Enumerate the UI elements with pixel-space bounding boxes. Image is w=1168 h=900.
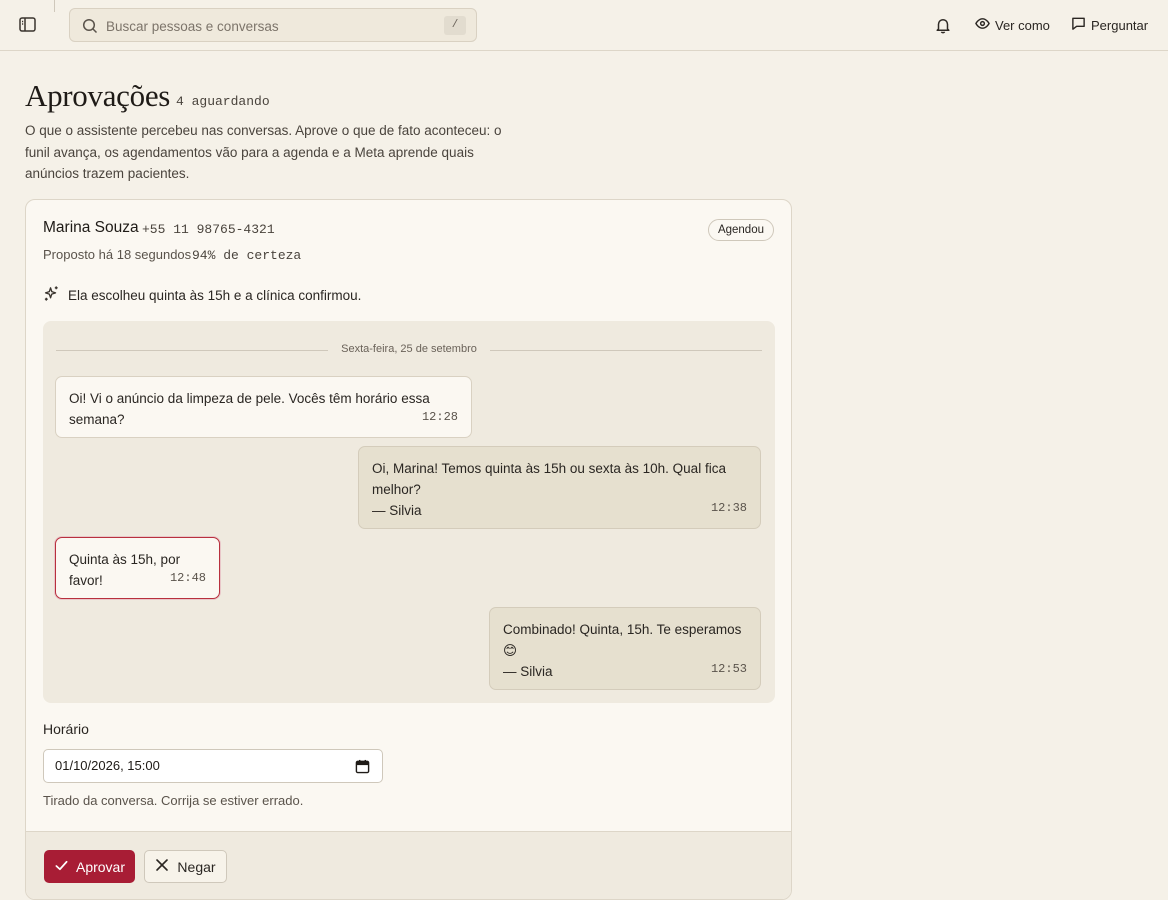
deny-button[interactable]: Negar (144, 850, 227, 883)
message-time: 12:53 (710, 662, 747, 676)
date-label: Sexta-feira, 25 de setembro (341, 343, 477, 355)
certainty: 94% de certeza (192, 248, 302, 263)
search-icon (82, 18, 98, 34)
message-text: Oi! Vi o anúncio da limpeza de pele. Voc… (69, 391, 430, 427)
datetime-value: 01/10/2026, 15:00 (55, 758, 160, 773)
card-actions: Aprovar Negar (26, 831, 791, 899)
message-outgoing: Combinado! Quinta, 15h. Te esperamos 😊 —… (489, 607, 761, 690)
divider (54, 0, 55, 12)
waiting-count: 4 aguardando (176, 94, 270, 109)
search-box[interactable]: / (69, 8, 477, 42)
status-badge: Agendou (707, 219, 774, 241)
view-as-label: Ver como (995, 17, 1050, 33)
message-text: Combinado! Quinta, 15h. Te esperamos 😊 (503, 622, 742, 658)
approval-card: Marina Souza +55 11 98765-4321 Agendou P… (25, 199, 792, 900)
conversation-panel: Sexta-feira, 25 de setembro Oi! Vi o anú… (43, 321, 775, 703)
message-signature: — Silvia (372, 503, 422, 518)
deny-label: Negar (177, 858, 216, 875)
message-incoming-highlighted: Quinta às 15h, por favor! 12:48 (55, 537, 220, 599)
approve-button[interactable]: Aprovar (44, 850, 135, 883)
approve-label: Aprovar (75, 858, 126, 875)
time-field-hint: Tirado da conversa. Corrija se estiver e… (43, 793, 304, 808)
message-time: 12:28 (421, 410, 458, 424)
message-time: 12:48 (169, 571, 206, 585)
proposed-time: Proposto há 18 segundos (43, 247, 192, 262)
contact-phone: +55 11 98765-4321 (142, 222, 275, 237)
shortcut-key-badge: / (444, 16, 466, 35)
check-icon (54, 858, 69, 876)
message-time: 12:38 (710, 501, 747, 515)
time-field-label: Horário (43, 721, 89, 737)
close-icon (155, 858, 169, 875)
contact-name[interactable]: Marina Souza (43, 219, 139, 237)
page-intro: O que o assistente percebeu nas conversa… (25, 123, 502, 181)
ask-button[interactable]: Perguntar (1071, 16, 1148, 34)
bell-icon[interactable] (934, 16, 952, 34)
calendar-icon[interactable] (355, 759, 370, 774)
message-text: Oi, Marina! Temos quinta às 15h ou sexta… (372, 461, 726, 497)
view-as-button[interactable]: Ver como (975, 16, 1050, 34)
eye-icon (975, 16, 990, 34)
divider (490, 350, 762, 351)
datetime-input[interactable]: 01/10/2026, 15:00 (43, 749, 383, 783)
page-title: Aprovações (25, 78, 171, 113)
ask-label: Perguntar (1091, 17, 1149, 33)
ai-summary: Ela escolheu quinta às 15h e a clínica c… (43, 285, 361, 305)
message-outgoing: Oi, Marina! Temos quinta às 15h ou sexta… (358, 446, 761, 529)
date-separator: Sexta-feira, 25 de setembro (56, 343, 762, 357)
sidebar-toggle-icon[interactable] (19, 17, 37, 33)
message-incoming: Oi! Vi o anúncio da limpeza de pele. Voc… (55, 376, 472, 438)
sparkles-icon (43, 285, 60, 305)
message-square-icon (1071, 16, 1086, 34)
search-input[interactable] (106, 16, 436, 36)
summary-text: Ela escolheu quinta às 15h e a clínica c… (68, 287, 362, 303)
top-bar: / Ver como Perguntar (0, 0, 1168, 51)
